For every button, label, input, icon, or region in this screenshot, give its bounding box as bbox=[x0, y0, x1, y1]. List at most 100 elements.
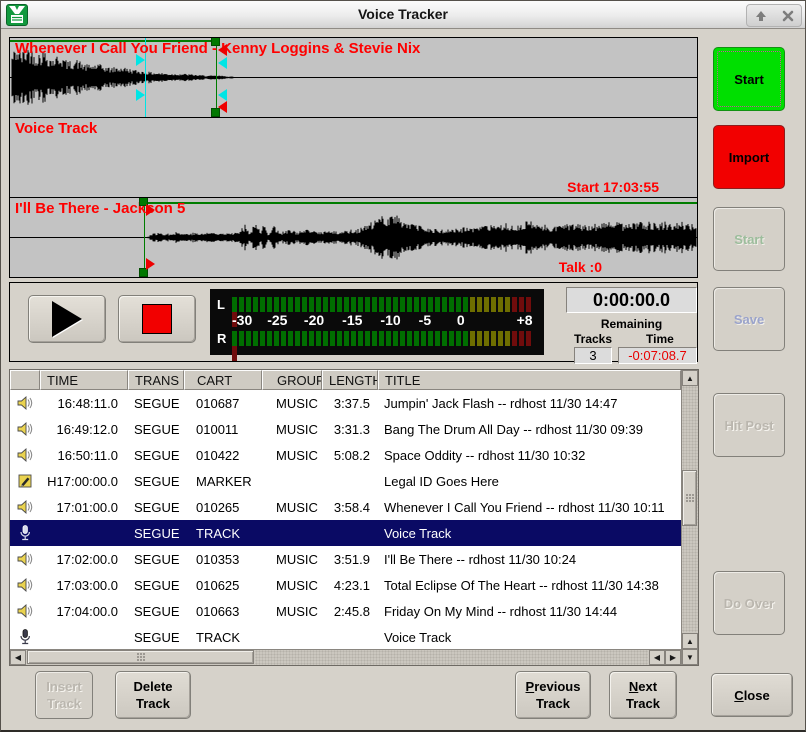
start-marker-bottom[interactable] bbox=[146, 258, 155, 270]
vertical-scrollbar[interactable]: ▲ ▲ ▼ bbox=[681, 370, 698, 665]
close-icon[interactable] bbox=[777, 7, 799, 25]
cell-title: I'll Be There -- rdhost 11/30 10:24 bbox=[378, 552, 681, 567]
table-row[interactable]: 16:50:11.0SEGUE010422MUSIC5:08.2Space Od… bbox=[10, 442, 681, 468]
speaker-icon bbox=[16, 550, 34, 568]
stop-button[interactable] bbox=[118, 295, 196, 343]
table-row[interactable]: 17:02:00.0SEGUE010353MUSIC3:51.9I'll Be … bbox=[10, 546, 681, 572]
cell-cart: TRACK bbox=[184, 630, 262, 645]
level-line bbox=[144, 202, 697, 204]
table-row[interactable]: 17:03:00.0SEGUE010625MUSIC4:23.1Total Ec… bbox=[10, 572, 681, 598]
cell-title: Space Oddity -- rdhost 11/30 10:32 bbox=[378, 448, 681, 463]
cell-trans: SEGUE bbox=[128, 526, 184, 541]
scroll-left2-icon[interactable]: ◀ bbox=[649, 650, 665, 665]
cell-cart: 010265 bbox=[184, 500, 262, 515]
talk-marker-handle-top[interactable] bbox=[136, 54, 145, 66]
hscroll-trough[interactable] bbox=[255, 650, 648, 665]
waveform-track-previous-cart[interactable]: Whenever I Call You Friend - Kenny Loggi… bbox=[9, 37, 698, 118]
transport-panel: L -30-25-20-15-10-50+8 R 0:00:00.0 Remai… bbox=[9, 282, 698, 362]
voice-start-time: Start 17:03:55 bbox=[567, 179, 659, 195]
talk-marker-handle-bottom[interactable] bbox=[136, 89, 145, 101]
cell-time: 17:01:00.0 bbox=[40, 500, 128, 515]
tracks-remaining-value: 3 bbox=[574, 347, 612, 364]
table-row[interactable]: 16:49:12.0SEGUE010011MUSIC3:31.3Bang The… bbox=[10, 416, 681, 442]
import-button[interactable]: Import bbox=[713, 125, 785, 189]
cell-icon bbox=[10, 498, 40, 516]
cell-icon bbox=[10, 550, 40, 568]
start-marker-top[interactable] bbox=[146, 204, 155, 216]
audio-level-meter: L -30-25-20-15-10-50+8 R bbox=[210, 289, 544, 355]
microphone-icon bbox=[16, 628, 34, 646]
next-track-button[interactable]: Next Track bbox=[609, 671, 677, 719]
cell-title: Voice Track bbox=[378, 526, 681, 541]
column-header-icon bbox=[10, 370, 40, 390]
table-row[interactable]: SEGUETRACKVoice Track bbox=[10, 520, 681, 546]
time-label: Time bbox=[646, 332, 674, 346]
cell-group: MUSIC bbox=[262, 578, 322, 593]
vscroll-thumb[interactable] bbox=[682, 470, 697, 526]
segue-handle-top[interactable] bbox=[218, 57, 227, 69]
horizontal-scrollbar[interactable]: ◀ ◀ ▶ bbox=[10, 649, 681, 665]
scroll-right-icon[interactable]: ▶ bbox=[665, 650, 681, 665]
cell-length: 3:51.9 bbox=[322, 552, 378, 567]
segue-marker-top[interactable] bbox=[218, 44, 227, 56]
segue-marker-bottom[interactable] bbox=[218, 101, 227, 113]
microphone-icon bbox=[16, 524, 34, 542]
hscroll-thumb[interactable] bbox=[27, 650, 254, 664]
cell-time: 16:49:12.0 bbox=[40, 422, 128, 437]
cell-title: Voice Track bbox=[378, 630, 681, 645]
cell-time: 17:03:00.0 bbox=[40, 578, 128, 593]
time-remaining-value: -0:07:08.7 bbox=[618, 347, 697, 364]
log-rows: 16:48:11.0SEGUE010687MUSIC3:37.5Jumpin' … bbox=[10, 390, 681, 649]
remaining-panel: Remaining Tracks Time 3 -0:07:08.7 bbox=[566, 317, 697, 364]
shade-icon[interactable] bbox=[750, 7, 772, 25]
column-header-CART: CART bbox=[184, 370, 262, 390]
cell-title: Whenever I Call You Friend -- rdhost 11/… bbox=[378, 500, 681, 515]
previous-track-button[interactable]: Previous Track bbox=[515, 671, 591, 719]
delete-track-button[interactable]: Delete Track bbox=[115, 671, 191, 719]
meter-tick--5: -5 bbox=[419, 312, 431, 328]
table-row[interactable]: H17:00:00.0SEGUEMARKER Legal ID Goes Here bbox=[10, 468, 681, 494]
cell-title: Legal ID Goes Here bbox=[378, 474, 681, 489]
cell-title: Bang The Drum All Day -- rdhost 11/30 09… bbox=[378, 422, 681, 437]
meter-tick--25: -25 bbox=[267, 312, 287, 328]
scroll-down-icon[interactable]: ▼ bbox=[682, 649, 698, 665]
segue-handle-bottom[interactable] bbox=[218, 89, 227, 101]
waveform-track-voice[interactable]: Voice Track Start 17:03:55 bbox=[9, 117, 698, 198]
scroll-up2-icon[interactable]: ▲ bbox=[682, 633, 698, 649]
cell-trans: SEGUE bbox=[128, 630, 184, 645]
cell-icon bbox=[10, 446, 40, 464]
play-button[interactable] bbox=[28, 295, 106, 343]
table-row[interactable]: 17:01:00.0SEGUE010265MUSIC3:58.4Whenever… bbox=[10, 494, 681, 520]
save-button: Save bbox=[713, 287, 785, 351]
table-row[interactable]: 16:48:11.0SEGUE010687MUSIC3:37.5Jumpin' … bbox=[10, 390, 681, 416]
cell-length: 4:23.1 bbox=[322, 578, 378, 593]
scroll-up-icon[interactable]: ▲ bbox=[682, 370, 698, 386]
meter-tick--10: -10 bbox=[380, 312, 400, 328]
cell-icon bbox=[10, 628, 40, 646]
scroll-left-icon[interactable]: ◀ bbox=[10, 650, 26, 665]
table-row[interactable]: SEGUETRACK Voice Track bbox=[10, 624, 681, 649]
cell-length: 5:08.2 bbox=[322, 448, 378, 463]
elapsed-time-display: 0:00:00.0 bbox=[566, 287, 697, 313]
window-controls bbox=[746, 4, 802, 27]
cell-group: MUSIC bbox=[262, 448, 322, 463]
cell-group: MUSIC bbox=[262, 604, 322, 619]
focus-rect bbox=[717, 51, 781, 107]
table-row[interactable]: 17:04:00.0SEGUE010663MUSIC2:45.8Friday O… bbox=[10, 598, 681, 624]
cell-trans: SEGUE bbox=[128, 552, 184, 567]
meter-right-label: R bbox=[217, 331, 226, 346]
start-record-button[interactable]: Start bbox=[713, 47, 785, 111]
cell-trans: SEGUE bbox=[128, 500, 184, 515]
close-button[interactable]: Close bbox=[711, 673, 793, 717]
cell-icon bbox=[10, 394, 40, 412]
waveform-track-next-cart[interactable]: I'll Be There - Jackson 5 Talk :0 bbox=[9, 197, 698, 278]
cell-cart: MARKER bbox=[184, 474, 262, 489]
cell-length: 2:45.8 bbox=[322, 604, 378, 619]
cell-time: H17:00:00.0 bbox=[40, 474, 128, 489]
cell-trans: SEGUE bbox=[128, 474, 184, 489]
log-event-list: TIMETRANSCARTGROUPLENGTHTITLE 16:48:11.0… bbox=[9, 369, 699, 666]
speaker-icon bbox=[16, 446, 34, 464]
cell-group: MUSIC bbox=[262, 552, 322, 567]
cell-time: 16:50:11.0 bbox=[40, 448, 128, 463]
cell-icon bbox=[10, 524, 40, 542]
